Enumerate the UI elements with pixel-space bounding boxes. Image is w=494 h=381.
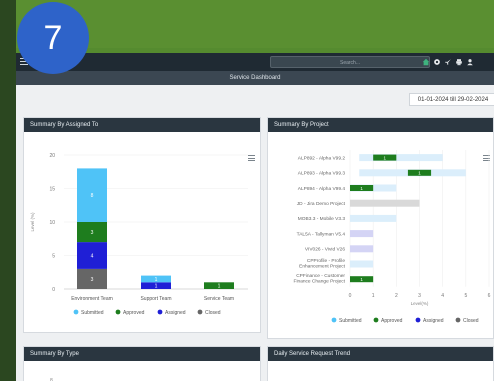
y-tick-label: VIV026 - Vivid V26 <box>305 247 346 253</box>
legend-dot <box>331 317 337 323</box>
print-icon[interactable] <box>455 58 463 66</box>
legend-label: Approved <box>123 310 145 316</box>
legend-label: Assigned <box>423 318 444 324</box>
legend-dot <box>373 317 379 323</box>
x-tick-label: 6 <box>488 293 491 299</box>
user-icon[interactable] <box>466 58 474 66</box>
card-title: Summary By Project <box>268 118 493 132</box>
x-tick-label: Support Team <box>140 296 171 302</box>
y-tick-label: 5 <box>52 254 55 260</box>
bar-data-label: 3 <box>91 277 94 283</box>
nav-icon-group <box>422 56 474 68</box>
x-tick-label: 3 <box>418 293 421 299</box>
x-tick-label: Service Team <box>204 296 234 302</box>
legend-label: Assigned <box>165 310 186 316</box>
step-number-badge: 7 <box>17 2 89 74</box>
trend-card: Daily Service Request Trend <box>267 346 494 381</box>
search-input[interactable]: Search... <box>270 56 430 68</box>
legend-dot <box>197 309 203 315</box>
left-edge-bar <box>0 0 16 381</box>
x-tick-label: 4 <box>441 293 444 299</box>
legend-label: Approved <box>381 318 403 324</box>
legend-dot <box>73 309 79 315</box>
y-tick-label: 10 <box>49 220 55 226</box>
y-tick-label: TAL5A - Tallyman V5.4 <box>297 231 346 237</box>
y-tick-label: JD - Jira Demo Project <box>297 201 346 207</box>
y-tick-label: MOB3.3 - Mobile V3.3 <box>298 216 346 222</box>
assigned-bar-chart: 05101520Level (%)3438Environment Team11S… <box>30 153 248 316</box>
bar-data-label: 1 <box>155 277 158 283</box>
legend-label: Submitted <box>339 318 362 324</box>
x-tick-label: 5 <box>464 293 467 299</box>
y-tick-label: 20 <box>49 153 55 159</box>
gear-icon[interactable] <box>433 58 441 66</box>
y-axis-label: Level (%) <box>30 212 35 232</box>
bar-data-label: 4 <box>91 254 94 260</box>
legend-label: Submitted <box>81 310 104 316</box>
y-tick-label: 0 <box>52 287 55 293</box>
y-tick-label: ALP893 - Alpha V99.3 <box>298 171 346 177</box>
bar-segment-submitted <box>350 214 397 222</box>
bar-data-label: 3 <box>91 230 94 236</box>
dashboard-app: Search... Service Dashboard 01-01-2024 t… <box>16 53 494 381</box>
card-title: Summary By Type <box>24 347 260 361</box>
y-tick-label: ALP892 - Alpha V99.2 <box>298 155 346 161</box>
y-tick-label: ALP894 - Alpha V99.4 <box>298 186 346 192</box>
bar-data-label: 1 <box>155 284 158 290</box>
bar-data-label: 1 <box>218 284 221 290</box>
x-tick-label: 0 <box>349 293 352 299</box>
assigned-summary-card: Summary By Assigned To 0 5 10 15 20 Level (%)… <box>23 117 261 333</box>
page-title-bar: Service Dashboard <box>16 71 494 85</box>
bar-segment-assigned <box>350 230 374 238</box>
bar-data-label: 8 <box>91 193 94 199</box>
x-tick-label: 2 <box>395 293 398 299</box>
date-range-picker[interactable]: 01-01-2024 till 29-02-2024 <box>409 93 494 106</box>
legend-dot <box>455 317 461 323</box>
legend-label: Closed <box>205 310 221 316</box>
project-bar-chart: 0 1 2 3 4 5 6Level(%)ALP892 - Alpha V99.2 1ALP8… <box>294 150 491 324</box>
x-tick-label: 1 <box>372 293 375 299</box>
card-title: Summary By Assigned To <box>24 118 260 132</box>
bar-segment-submitted <box>350 260 374 268</box>
legend-label: Closed <box>463 318 479 324</box>
home-icon[interactable] <box>422 58 430 66</box>
project-summary-card: Summary By Project 0 1 2 3 4 5 6 Level(%) ALP892… <box>267 117 494 339</box>
legend-dot <box>415 317 421 323</box>
bar-segment-assigned <box>350 245 374 253</box>
card-title: Daily Service Request Trend <box>268 347 493 361</box>
x-tick-label: Environment Team <box>71 296 113 302</box>
bar-segment-submitted <box>359 154 443 162</box>
legend-dot <box>115 309 121 315</box>
top-navbar: Search... <box>16 53 494 71</box>
x-axis-label: Level(%) <box>411 301 429 306</box>
rocket-icon[interactable] <box>444 58 452 66</box>
bar-segment-closed <box>350 199 420 207</box>
type-summary-card: Summary By Type 8 <box>23 346 261 381</box>
y-tick-label: CPProfile - Profile Enhancement Project <box>299 258 346 270</box>
y-tick-label: 15 <box>49 187 55 193</box>
y-tick-label: CPFinance - Customer Finance Change Proje… <box>294 273 346 285</box>
legend-dot <box>157 309 163 315</box>
